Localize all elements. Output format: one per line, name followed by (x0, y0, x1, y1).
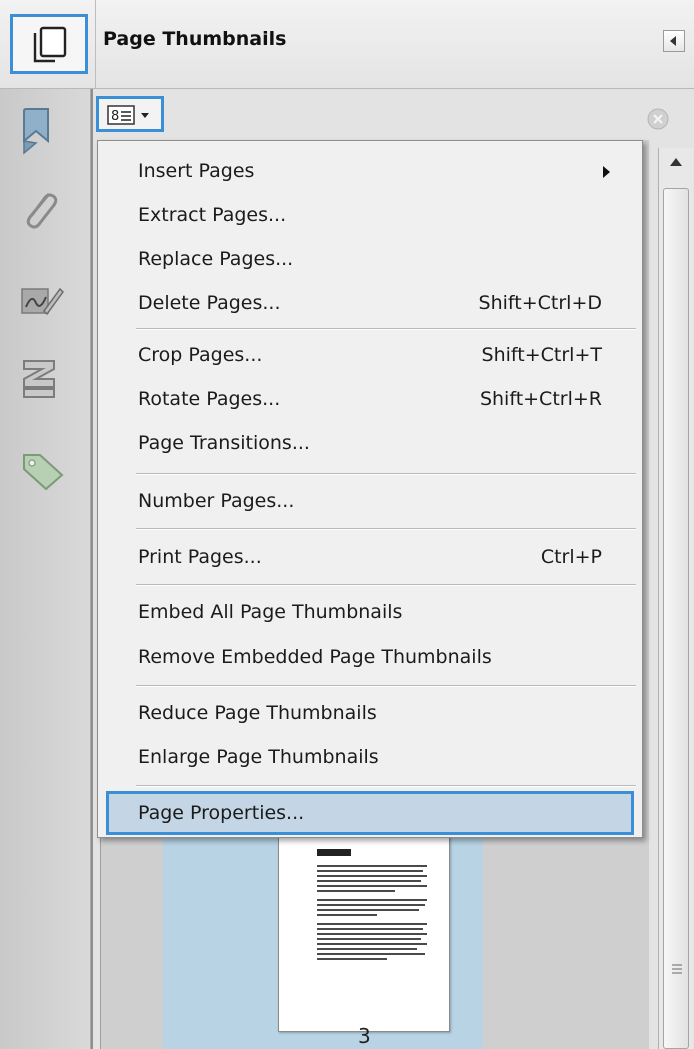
options-menu: Insert Pages Extract Pages... Replace Pa… (97, 140, 643, 838)
menu-item-extract-pages[interactable]: Extract Pages... (100, 193, 640, 237)
scrollbar-thumb[interactable] (663, 188, 689, 1049)
collapse-panel-button[interactable] (663, 30, 685, 52)
menu-item-label: Page Properties... (138, 802, 305, 824)
menu-item-replace-pages[interactable]: Replace Pages... (100, 237, 640, 281)
menu-item-remove-embedded-thumbnails[interactable]: Remove Embedded Page Thumbnails (100, 635, 640, 679)
attachment-icon[interactable] (20, 189, 60, 233)
menu-item-label: Delete Pages... (138, 292, 281, 314)
close-icon[interactable] (647, 108, 669, 130)
menu-item-number-pages[interactable]: Number Pages... (100, 479, 640, 523)
menu-separator (136, 584, 636, 586)
page-thumbnails-tab-button[interactable] (10, 14, 88, 74)
menu-item-label: Number Pages... (138, 490, 295, 512)
menu-item-page-transitions[interactable]: Page Transitions... (100, 421, 640, 465)
bookmark-icon[interactable] (20, 107, 52, 155)
menu-item-label: Replace Pages... (138, 248, 294, 270)
page-preview-graphic (317, 849, 427, 960)
menu-item-shortcut: Ctrl+P (540, 546, 602, 568)
menu-item-page-properties[interactable]: Page Properties... (106, 791, 634, 835)
menu-separator (136, 785, 636, 787)
page-thumbnail[interactable] (278, 830, 450, 1032)
submenu-arrow-icon (603, 166, 610, 178)
header-divider (95, 0, 96, 88)
menu-item-shortcut: Shift+Ctrl+T (481, 344, 602, 366)
menu-item-insert-pages[interactable]: Insert Pages (100, 149, 640, 193)
menu-item-label: Print Pages... (138, 546, 262, 568)
signature-icon[interactable] (20, 283, 64, 319)
menu-item-label: Extract Pages... (138, 204, 287, 226)
panel-header: Page Thumbnails (0, 0, 694, 89)
menu-item-label: Reduce Page Thumbnails (138, 702, 377, 724)
menu-item-shortcut: Shift+Ctrl+D (478, 292, 602, 314)
menu-item-label: Page Transitions... (138, 432, 310, 454)
menu-item-delete-pages[interactable]: Delete Pages... Shift+Ctrl+D (100, 281, 640, 325)
menu-item-rotate-pages[interactable]: Rotate Pages... Shift+Ctrl+R (100, 377, 640, 421)
layers-icon[interactable] (20, 357, 58, 401)
grip-icon (672, 964, 682, 974)
menu-item-shortcut: Shift+Ctrl+R (479, 388, 602, 410)
panel-title: Page Thumbnails (103, 28, 287, 50)
menu-item-crop-pages[interactable]: Crop Pages... Shift+Ctrl+T (100, 333, 640, 377)
menu-item-label: Enlarge Page Thumbnails (138, 746, 379, 768)
options-menu-button[interactable]: 8 (96, 96, 164, 132)
menu-item-label: Crop Pages... (138, 344, 263, 366)
pages-icon (33, 26, 67, 63)
scroll-up-arrow-icon[interactable] (670, 158, 682, 166)
vertical-scrollbar[interactable] (658, 148, 693, 1049)
menu-item-label: Insert Pages (138, 160, 255, 182)
menu-item-label: Embed All Page Thumbnails (138, 601, 403, 623)
chevron-left-icon (670, 36, 676, 46)
page-number-label: 3 (358, 1024, 371, 1048)
menu-separator (136, 328, 636, 330)
tag-icon[interactable] (20, 451, 66, 491)
menu-separator (136, 685, 636, 687)
menu-separator (136, 473, 636, 475)
options-icon: 8 (107, 105, 149, 125)
menu-item-embed-all-thumbnails[interactable]: Embed All Page Thumbnails (100, 590, 640, 634)
menu-item-print-pages[interactable]: Print Pages... Ctrl+P (100, 535, 640, 579)
menu-item-enlarge-thumbnails[interactable]: Enlarge Page Thumbnails (100, 735, 640, 779)
navigation-rail (0, 89, 91, 1049)
menu-separator (136, 528, 636, 530)
menu-item-label: Rotate Pages... (138, 388, 281, 410)
svg-text:8: 8 (111, 109, 119, 124)
menu-item-label: Remove Embedded Page Thumbnails (138, 646, 492, 668)
menu-item-reduce-thumbnails[interactable]: Reduce Page Thumbnails (100, 691, 640, 735)
